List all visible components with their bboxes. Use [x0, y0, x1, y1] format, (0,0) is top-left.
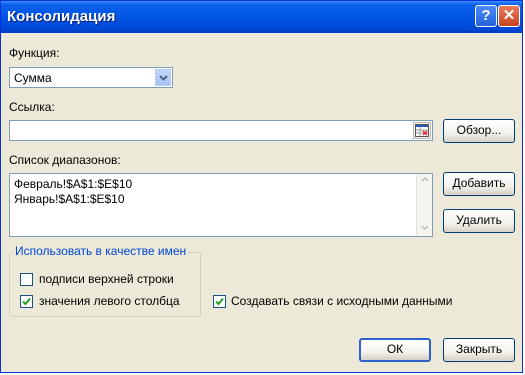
chevron-down-icon	[159, 75, 168, 81]
close-icon: ✕	[502, 7, 516, 24]
scroll-up-icon	[421, 177, 429, 182]
list-item[interactable]: Январь!$A$1:$E$10	[14, 192, 125, 206]
consolidation-dialog: Консолидация ? ✕ Функция: Сумма Ссылка:	[0, 0, 523, 373]
left-column-label: значения левого столбца	[39, 294, 180, 308]
ranges-label: Список диапазонов:	[9, 153, 121, 167]
use-labels-title: Использовать в качестве имен	[13, 244, 189, 258]
checkmark-icon	[22, 297, 31, 306]
function-value: Сумма	[14, 71, 52, 85]
ok-button[interactable]: ОК	[359, 338, 431, 362]
create-links-label: Создавать связи с исходными данными	[231, 294, 453, 308]
close-button[interactable]: Закрыть	[443, 338, 515, 362]
window-title: Консолидация	[7, 8, 116, 25]
list-item[interactable]: Февраль!$A$1:$E$10	[14, 177, 132, 191]
checkmark-icon	[215, 297, 224, 306]
list-scrollbar[interactable]	[416, 174, 432, 236]
create-links-checkbox[interactable]	[213, 295, 226, 308]
help-button[interactable]: ?	[475, 5, 497, 27]
function-select[interactable]: Сумма	[9, 67, 173, 88]
close-window-button[interactable]: ✕	[498, 5, 520, 27]
add-button[interactable]: Добавить	[443, 172, 515, 196]
ranges-list[interactable]: Февраль!$A$1:$E$10 Январь!$A$1:$E$10	[9, 173, 433, 237]
top-row-label: подписи верхней строки	[39, 272, 174, 286]
top-row-checkbox[interactable]	[20, 273, 33, 286]
dropdown-button[interactable]	[155, 69, 171, 86]
collapse-dialog-button[interactable]	[413, 122, 431, 139]
title-bar[interactable]: Консолидация ? ✕	[1, 1, 522, 33]
scroll-down-icon	[421, 225, 429, 230]
function-label: Функция:	[9, 46, 60, 60]
left-column-checkbox[interactable]	[20, 295, 33, 308]
help-icon: ?	[481, 7, 491, 24]
browse-button[interactable]: Обзор...	[443, 119, 515, 143]
reference-label: Ссылка:	[9, 100, 55, 114]
reference-input[interactable]	[9, 120, 433, 141]
collapse-dialog-icon	[415, 124, 429, 137]
delete-button[interactable]: Удалить	[443, 209, 515, 233]
